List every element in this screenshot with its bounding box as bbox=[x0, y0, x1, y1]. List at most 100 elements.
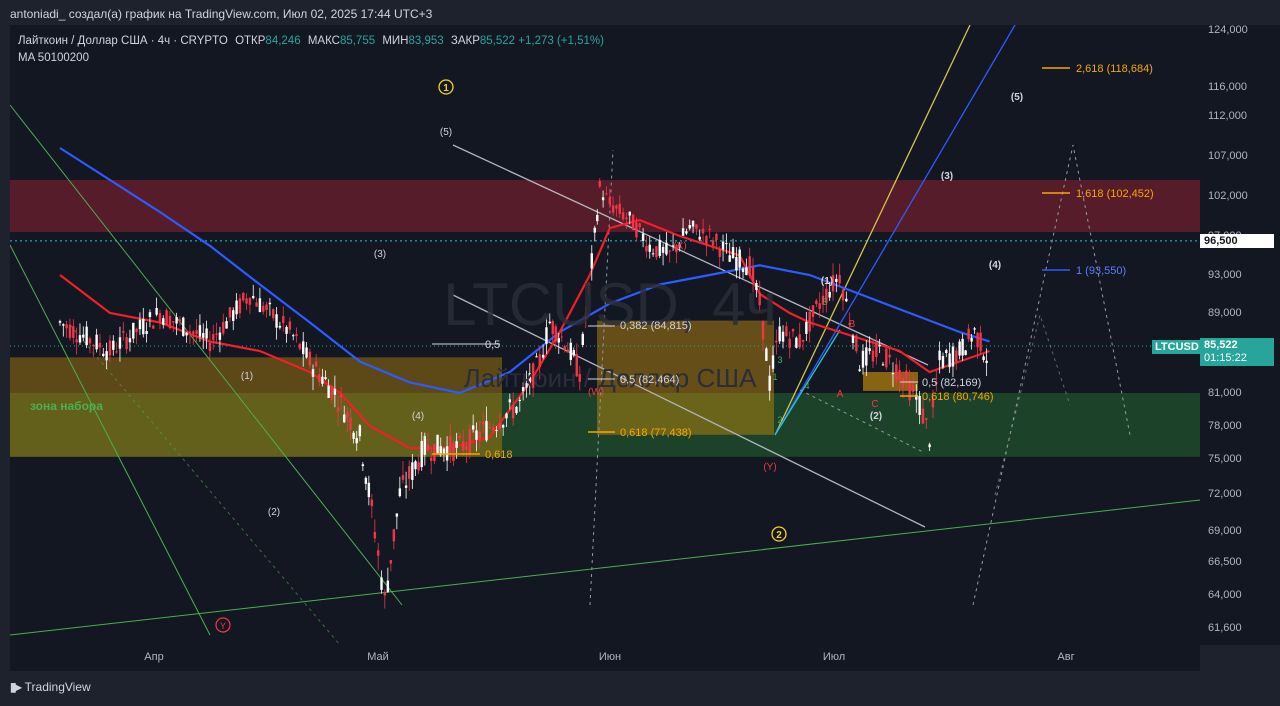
candle-body bbox=[905, 370, 908, 380]
candle-body bbox=[411, 462, 414, 480]
low-value: 83,953 bbox=[408, 35, 444, 47]
time-tick: Июл bbox=[822, 651, 846, 663]
fib-mid-0382-label: 0,382 (84,815) bbox=[620, 320, 692, 332]
candle-body bbox=[728, 255, 731, 262]
price-tick: 75,000 bbox=[1208, 453, 1242, 465]
candle-body bbox=[248, 297, 252, 305]
wave-label-white: (1) bbox=[821, 276, 833, 287]
candle-body bbox=[498, 422, 502, 430]
candle-body bbox=[795, 337, 798, 348]
price-axis[interactable]: 124,000116,000112,000107,000102,00097,00… bbox=[1200, 24, 1280, 645]
candle-body bbox=[225, 321, 228, 329]
time-tick: Май bbox=[367, 651, 389, 663]
chart-pane[interactable]: LTCUSD, 4ч Лайткоин / Доллар США 0,5 0,618 0… bbox=[10, 25, 1200, 645]
candle-body bbox=[895, 364, 898, 382]
ma-indicator-label[interactable]: MA 50100200 bbox=[18, 50, 604, 67]
candle-body bbox=[658, 239, 661, 256]
candle-body bbox=[192, 331, 195, 334]
candle-body bbox=[982, 356, 985, 361]
fib-ext-2618-label: 2,618 (118,684) bbox=[1076, 63, 1153, 75]
candle-body bbox=[282, 316, 285, 323]
candle-body bbox=[979, 332, 982, 352]
wave-label-white: (2) bbox=[870, 411, 882, 422]
price-tick: 93,000 bbox=[1208, 269, 1242, 281]
fib-left-0618-label: 0,618 bbox=[485, 449, 513, 461]
candle-body bbox=[985, 360, 988, 363]
symbol-name[interactable]: Лайткоин / Доллар США · 4ч · CRYPTO bbox=[18, 35, 228, 47]
candle-body bbox=[921, 408, 925, 424]
wave-label-red: (X) bbox=[673, 241, 686, 252]
candle-body bbox=[781, 331, 785, 342]
candle-body bbox=[395, 513, 399, 517]
candle-body bbox=[461, 440, 465, 451]
candle-body bbox=[955, 350, 958, 362]
chart-canvas[interactable]: LTCUSD, 4ч Лайткоин / Доллар США 0,5 0,618 0… bbox=[10, 25, 1200, 645]
candle-body bbox=[648, 244, 651, 252]
candle-body bbox=[380, 577, 383, 590]
candle-body bbox=[805, 321, 808, 335]
candle-body bbox=[731, 247, 735, 259]
candle-body bbox=[383, 592, 387, 596]
candle-body bbox=[871, 350, 875, 362]
candle-body bbox=[631, 214, 635, 231]
candle-body bbox=[911, 385, 915, 392]
candle-body bbox=[346, 411, 349, 419]
candle-body bbox=[711, 240, 715, 246]
candle-body bbox=[775, 340, 778, 343]
candle-body bbox=[569, 342, 572, 360]
brand-name: TradingView bbox=[24, 680, 91, 694]
price-tick: 102,000 bbox=[1208, 190, 1248, 202]
price-tag-96500: 96,500 bbox=[1200, 233, 1274, 248]
candle-body bbox=[508, 399, 511, 403]
countdown-value: 01:15:22 bbox=[1204, 352, 1247, 365]
candle-body bbox=[349, 417, 352, 430]
candle-body bbox=[62, 324, 65, 326]
candle-body bbox=[262, 305, 265, 312]
candle-body bbox=[370, 499, 374, 507]
candle-body bbox=[928, 444, 931, 448]
candle-body bbox=[898, 370, 901, 380]
candle-body bbox=[95, 334, 98, 350]
candle-body bbox=[361, 464, 365, 467]
candle-body bbox=[785, 326, 788, 336]
fib-left-05-label: 0,5 bbox=[485, 339, 500, 351]
candle-body bbox=[198, 325, 202, 337]
symbol-price-tag: LTCUSD bbox=[1152, 340, 1202, 354]
price-tick: 89,000 bbox=[1208, 307, 1242, 319]
candle-body bbox=[212, 334, 215, 341]
candle-body bbox=[108, 340, 112, 356]
candle-body bbox=[314, 361, 318, 367]
trendline-long bbox=[10, 499, 1200, 636]
candle-body bbox=[481, 422, 485, 425]
candle-body bbox=[401, 475, 405, 480]
wave-label-white: (4) bbox=[989, 260, 1001, 271]
candle-body bbox=[590, 253, 593, 269]
candle-body bbox=[72, 326, 75, 338]
candle-body bbox=[308, 351, 312, 366]
candle-body bbox=[78, 335, 82, 343]
candle-body bbox=[182, 317, 185, 336]
time-tick: Апр bbox=[144, 651, 164, 663]
candle-body bbox=[851, 335, 855, 343]
candle-body bbox=[938, 350, 941, 361]
candle-body bbox=[958, 341, 961, 356]
candle-body bbox=[908, 380, 911, 401]
candle-body bbox=[688, 225, 691, 229]
candle-body bbox=[485, 420, 488, 441]
candle-body bbox=[330, 386, 333, 400]
candle-body bbox=[941, 356, 945, 368]
candle-body bbox=[891, 373, 895, 375]
candle-body bbox=[695, 224, 698, 229]
candle-body bbox=[135, 328, 138, 333]
candle-body bbox=[811, 305, 815, 318]
candle-body bbox=[339, 394, 343, 398]
candle-body bbox=[735, 256, 738, 271]
candle-body bbox=[641, 233, 645, 241]
close-label: ЗАКР bbox=[450, 35, 480, 47]
price-tick: 124,000 bbox=[1208, 24, 1248, 36]
candle-body bbox=[242, 292, 245, 301]
candle-body bbox=[75, 339, 78, 343]
candle-body bbox=[202, 333, 205, 338]
time-axis[interactable]: Апр Май Июн Июл Авг bbox=[10, 645, 1200, 671]
wave-label-red: C bbox=[871, 399, 878, 410]
